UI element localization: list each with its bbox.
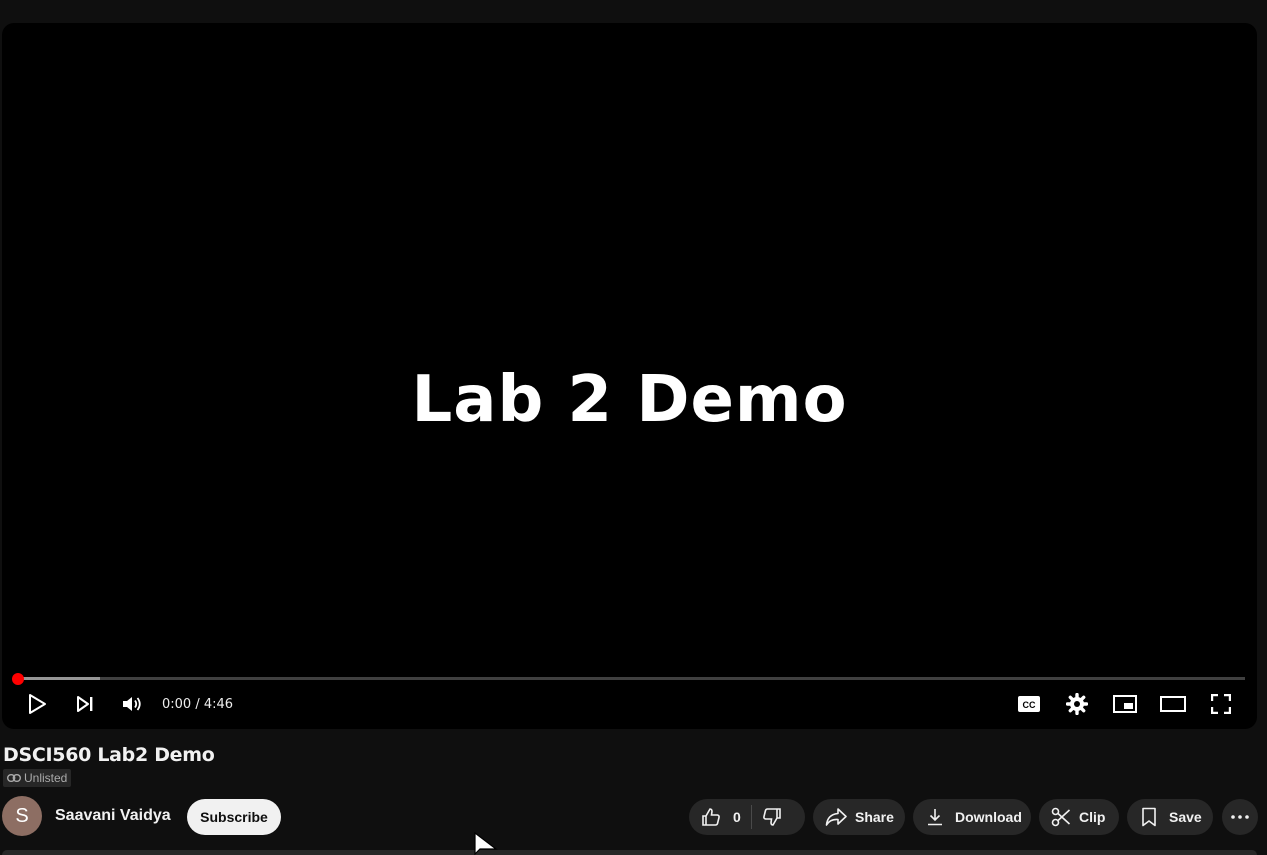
like-dislike-group: 0: [689, 799, 805, 835]
theater-mode-button[interactable]: [1155, 689, 1191, 719]
share-icon: [825, 808, 847, 826]
settings-button[interactable]: [1059, 689, 1095, 719]
clip-button[interactable]: Clip: [1039, 799, 1119, 835]
miniplayer-icon: [1113, 695, 1137, 713]
thumbs-up-icon: [702, 808, 720, 826]
like-divider: [750, 805, 752, 829]
watch-page: Lab 2 Demo 0:00 / 4:46 CC DSCI560 Lab2 D…: [0, 0, 1267, 855]
visibility-badge: Unlisted: [3, 769, 72, 787]
channel-avatar[interactable]: S: [2, 796, 42, 836]
scissors-icon: [1051, 807, 1071, 827]
video-frame-text: Lab 2 Demo: [411, 363, 848, 437]
description-panel-edge: [2, 850, 1257, 855]
play-icon: [29, 694, 46, 714]
download-button[interactable]: Download: [913, 799, 1031, 835]
play-button[interactable]: [19, 689, 55, 719]
download-label: Download: [955, 809, 1022, 825]
volume-icon: [123, 697, 141, 711]
progress-bar[interactable]: [16, 677, 1245, 680]
subscribe-button[interactable]: Subscribe: [187, 799, 281, 835]
save-button[interactable]: Save: [1127, 799, 1213, 835]
download-icon: [928, 809, 942, 826]
settings-icon: [1066, 693, 1088, 715]
theater-icon: [1160, 696, 1186, 712]
next-icon: [77, 696, 93, 712]
progress-loaded: [16, 677, 100, 680]
mute-button[interactable]: [114, 689, 150, 719]
dislike-button[interactable]: [762, 807, 782, 827]
progress-scrubber[interactable]: [12, 673, 24, 685]
video-player[interactable]: Lab 2 Demo 0:00 / 4:46 CC: [2, 23, 1257, 729]
share-button[interactable]: Share: [813, 799, 905, 835]
save-label: Save: [1169, 809, 1202, 825]
miniplayer-button[interactable]: [1107, 689, 1143, 719]
fullscreen-button[interactable]: [1203, 689, 1239, 719]
svg-text:CC: CC: [1023, 700, 1036, 710]
fullscreen-icon: [1211, 694, 1231, 714]
subtitles-button[interactable]: CC: [1011, 689, 1047, 719]
bookmark-icon: [1142, 807, 1156, 827]
link-icon: [7, 774, 21, 782]
more-horizontal-icon: [1231, 815, 1249, 819]
channel-name[interactable]: Saavani Vaidya: [55, 807, 171, 825]
clip-label: Clip: [1079, 809, 1106, 825]
more-actions-button[interactable]: [1222, 799, 1258, 835]
subtitles-icon: CC: [1018, 696, 1040, 712]
next-button[interactable]: [67, 689, 103, 719]
like-count: 0: [733, 809, 741, 825]
visibility-label: Unlisted: [24, 771, 68, 785]
video-title: DSCI560 Lab2 Demo: [3, 744, 215, 766]
share-label: Share: [855, 809, 894, 825]
mouse-pointer-icon: [474, 832, 498, 855]
thumbs-down-icon: [762, 808, 781, 826]
like-button[interactable]: 0: [701, 807, 741, 827]
time-display: 0:00 / 4:46: [162, 697, 234, 712]
